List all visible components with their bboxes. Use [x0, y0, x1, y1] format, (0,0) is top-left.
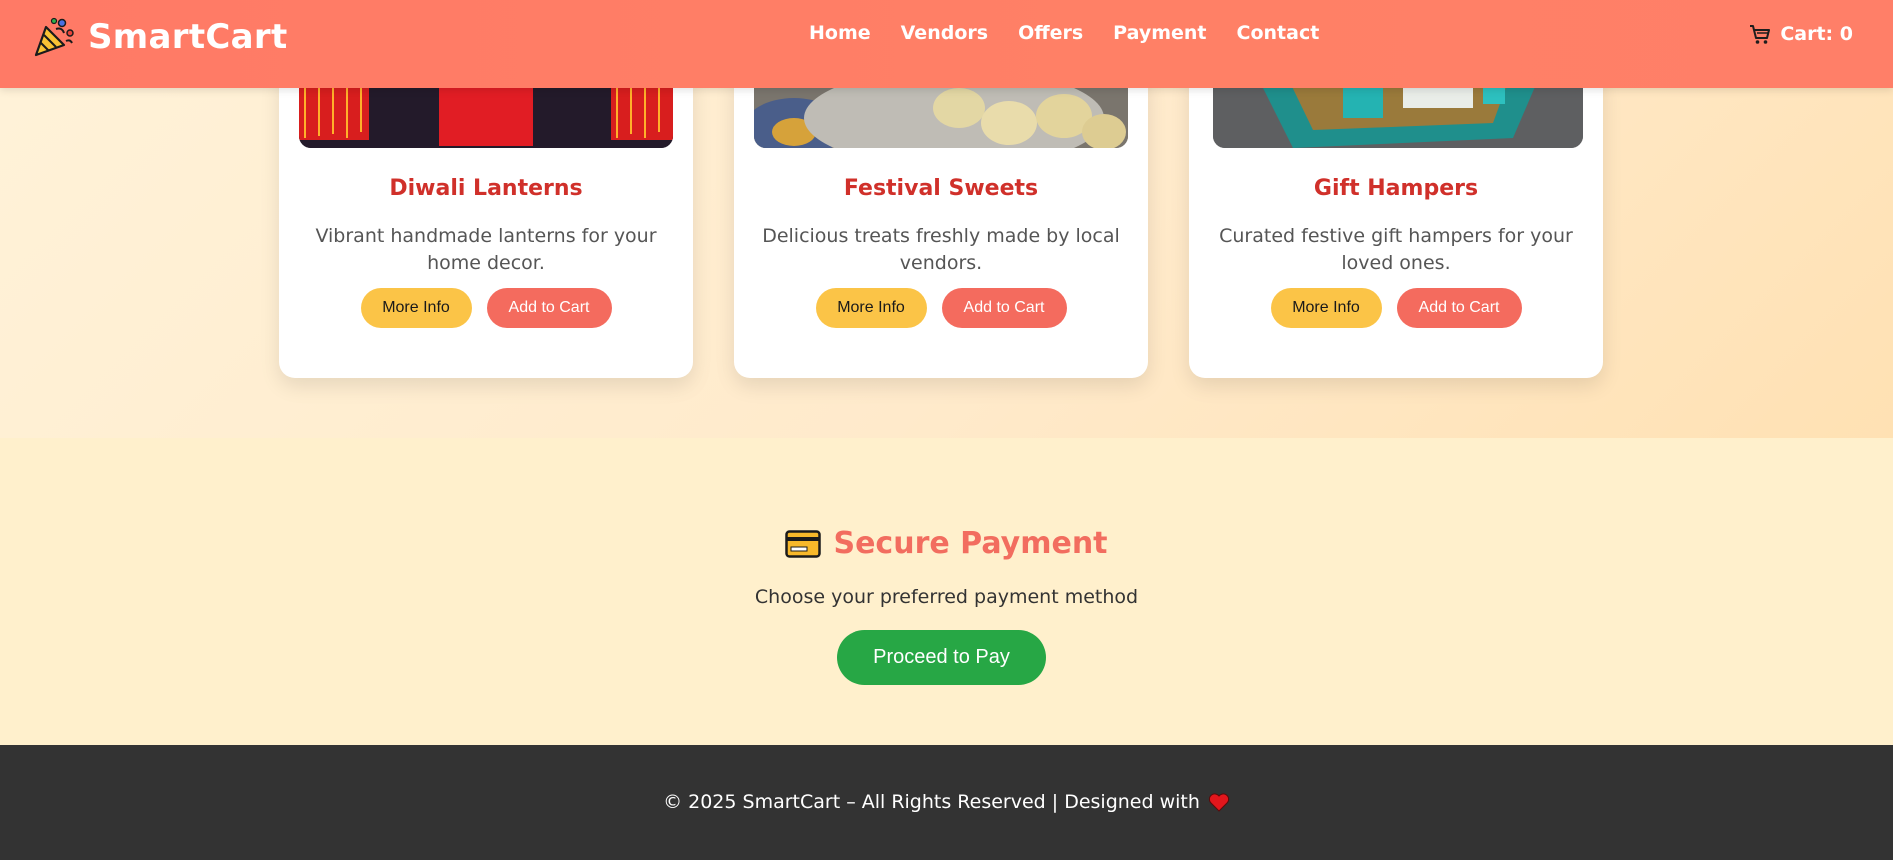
product-card: Festival Sweets Delicious treats freshly…	[734, 68, 1148, 378]
card-actions: More Info Add to Cart	[279, 288, 693, 328]
top-navbar: SmartCart Home Vendors Offers Payment Co…	[0, 0, 1893, 88]
card-actions: More Info Add to Cart	[1189, 288, 1603, 328]
product-card: Gift Hampers Curated festive gift hamper…	[1189, 68, 1603, 378]
more-info-button[interactable]: More Info	[815, 288, 927, 328]
brand[interactable]: SmartCart	[32, 14, 288, 60]
product-description: Curated festive gift hampers for your lo…	[1219, 225, 1573, 274]
footer-text: © 2025 SmartCart – All Rights Reserved |…	[663, 791, 1200, 813]
footer: © 2025 SmartCart – All Rights Reserved |…	[0, 745, 1893, 860]
party-popper-icon	[34, 17, 74, 57]
brand-name: SmartCart	[88, 17, 288, 57]
product-title: Gift Hampers	[1313, 176, 1479, 201]
product-card: Diwali Lanterns Vibrant handmade lantern…	[279, 68, 693, 378]
footer-copyright: © 2025 SmartCart – All Rights Reserved |…	[0, 791, 1893, 813]
add-to-cart-button[interactable]: Add to Cart	[486, 288, 612, 328]
payment-section: Secure Payment Choose your preferred pay…	[0, 438, 1893, 745]
product-title: Diwali Lanterns	[389, 176, 583, 201]
cart-count: Cart: 0	[1780, 23, 1853, 45]
product-title: Festival Sweets	[843, 176, 1039, 201]
product-description: Vibrant handmade lanterns for your home …	[315, 225, 657, 274]
card-actions: More Info Add to Cart	[734, 288, 1148, 328]
nav-payment[interactable]: Payment	[1113, 22, 1206, 44]
shopping-cart-icon	[1750, 25, 1771, 44]
heart-icon	[1208, 793, 1230, 812]
add-to-cart-button[interactable]: Add to Cart	[941, 288, 1067, 328]
payment-subtitle: Choose your preferred payment method	[754, 586, 1139, 608]
nav-vendors[interactable]: Vendors	[901, 22, 988, 44]
nav-home[interactable]: Home	[809, 22, 871, 44]
credit-card-icon	[785, 529, 822, 558]
products-section: Diwali Lanterns Vibrant handmade lantern…	[0, 68, 1893, 438]
proceed-to-pay-button[interactable]: Proceed to Pay	[837, 630, 1046, 685]
more-info-button[interactable]: More Info	[1270, 288, 1382, 328]
product-description: Delicious treats freshly made by local v…	[762, 225, 1120, 274]
nav-menu: Home Vendors Offers Payment Contact	[809, 22, 1349, 44]
payment-heading: Secure Payment	[0, 526, 1893, 561]
cart-link[interactable]: Cart: 0	[1748, 22, 1853, 46]
add-to-cart-button[interactable]: Add to Cart	[1396, 288, 1522, 328]
nav-contact[interactable]: Contact	[1237, 22, 1320, 44]
more-info-button[interactable]: More Info	[360, 288, 472, 328]
nav-offers[interactable]: Offers	[1018, 22, 1083, 44]
payment-title: Secure Payment	[833, 526, 1108, 561]
